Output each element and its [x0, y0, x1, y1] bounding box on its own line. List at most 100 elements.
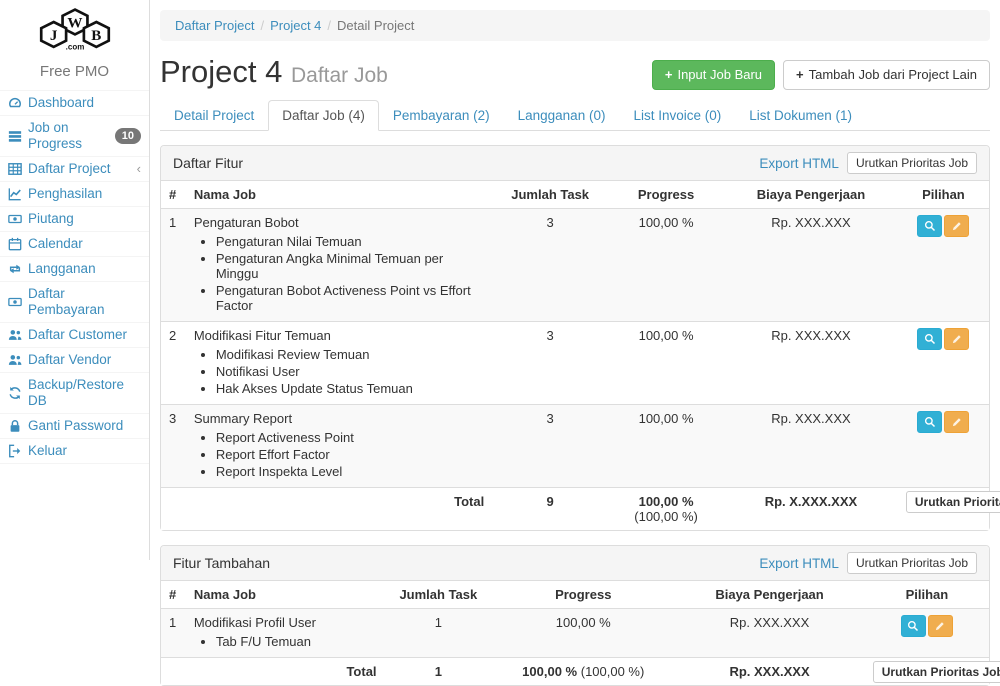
col-num: # — [161, 581, 186, 609]
urutkan-prioritas-job-button[interactable]: Urutkan Prioritas Job — [847, 552, 977, 574]
sidebar-item-daftar-customer[interactable]: Daftar Customer — [0, 323, 149, 347]
table-row: 1 Pengaturan Bobot Pengaturan Nilai Temu… — [161, 209, 989, 322]
subtask-list: Tab F/U Temuan — [216, 634, 377, 649]
total-progress: 100,00 % — [639, 494, 694, 509]
tab-list-dokumen[interactable]: List Dokumen (1) — [735, 100, 866, 131]
col-pilihan: Pilihan — [865, 581, 989, 609]
search-icon — [924, 333, 936, 345]
sidebar-item-label: Daftar Project — [28, 161, 111, 177]
edit-job-button[interactable] — [944, 328, 969, 350]
search-icon — [907, 620, 919, 632]
subtask-list: Modifikasi Review Temuan Notifikasi User… — [216, 347, 484, 396]
svg-text:W: W — [67, 15, 82, 31]
breadcrumb-daftar-project[interactable]: Daftar Project — [175, 18, 254, 33]
tab-daftar-job[interactable]: Daftar Job (4) — [268, 100, 379, 131]
tab-list-invoice[interactable]: List Invoice (0) — [619, 100, 735, 131]
sidebar-item-label: Calendar — [28, 236, 83, 252]
app-logo: W J B .com Free PMO — [0, 0, 149, 90]
view-job-button[interactable] — [917, 411, 942, 433]
page-header: Project 4 Daftar Job +Input Job Baru +Ta… — [160, 54, 990, 90]
view-job-button[interactable] — [917, 328, 942, 350]
sidebar-item-label: Piutang — [28, 211, 74, 227]
sidebar-item-label: Keluar — [28, 443, 67, 459]
lock-icon — [8, 419, 22, 433]
sidebar-item-penghasilan[interactable]: Penghasilan — [0, 182, 149, 206]
total-cost: Rp. XXX.XXX — [674, 658, 864, 686]
sidebar-item-keluar[interactable]: Keluar — [0, 439, 149, 463]
daftar-fitur-table: # Nama Job Jumlah Task Progress Biaya Pe… — [161, 181, 989, 530]
total-progress: 100,00 % — [522, 664, 577, 679]
tab-langganan[interactable]: Langganan (0) — [504, 100, 620, 131]
col-progress: Progress — [608, 181, 724, 209]
tab-detail-project[interactable]: Detail Project — [160, 100, 268, 131]
urutkan-prioritas-job-button[interactable]: Urutkan Prioritas Job — [847, 152, 977, 174]
total-row: Total 9 100,00 % (100,00 %) Rp. X.XXX.XX… — [161, 488, 989, 531]
panel-title: Daftar Fitur — [173, 155, 243, 171]
sidebar-item-calendar[interactable]: Calendar — [0, 232, 149, 256]
total-row: Total 1 100,00 % (100,00 %) Rp. XXX.XXX … — [161, 658, 989, 686]
sidebar-item-piutang[interactable]: Piutang — [0, 207, 149, 231]
col-pilihan: Pilihan — [898, 181, 989, 209]
total-label: Total — [186, 658, 385, 686]
view-job-button[interactable] — [917, 215, 942, 237]
view-job-button[interactable] — [901, 615, 926, 637]
users-icon — [8, 353, 22, 367]
svg-text:.com: .com — [65, 43, 84, 52]
table-icon — [8, 162, 22, 176]
plus-icon: + — [665, 67, 673, 83]
calendar-icon — [8, 237, 22, 251]
sign-out-icon — [8, 444, 22, 458]
col-num: # — [161, 181, 186, 209]
export-html-link[interactable]: Export HTML — [759, 556, 839, 571]
sidebar-item-ganti-password[interactable]: Ganti Password — [0, 414, 149, 438]
panel-title: Fitur Tambahan — [173, 555, 270, 571]
sidebar-item-daftar-project[interactable]: Daftar Project ‹ — [0, 157, 149, 181]
col-nama-job: Nama Job — [186, 581, 385, 609]
input-job-baru-button[interactable]: +Input Job Baru — [652, 60, 775, 90]
sidebar-item-label: Daftar Customer — [28, 327, 127, 343]
sidebar-item-label: Dashboard — [28, 95, 94, 111]
search-icon — [924, 220, 936, 232]
retweet-icon — [8, 262, 22, 276]
subtask-list: Report Activeness Point Report Effort Fa… — [216, 430, 484, 479]
total-cost: Rp. X.XXX.XXX — [724, 488, 898, 531]
sidebar-item-daftar-pembayaran[interactable]: Daftar Pembayaran — [0, 282, 149, 322]
urutkan-prioritas-job-button[interactable]: Urutkan Prioritas Job — [906, 491, 1000, 513]
sidebar-item-dashboard[interactable]: Dashboard — [0, 91, 149, 115]
sidebar-item-job-on-progress[interactable]: Job on Progress 10 — [0, 116, 149, 156]
page-subtitle: Daftar Job — [291, 64, 388, 87]
refresh-icon — [8, 386, 22, 400]
urutkan-prioritas-job-button[interactable]: Urutkan Prioritas Job — [873, 661, 1000, 683]
page-title: Project 4 Daftar Job — [160, 54, 388, 90]
sidebar-menu: Dashboard Job on Progress 10 Daftar Proj… — [0, 90, 149, 464]
users-icon — [8, 328, 22, 342]
panel-fitur-tambahan: Fitur Tambahan Export HTML Urutkan Prior… — [160, 545, 990, 686]
export-html-link[interactable]: Export HTML — [759, 156, 839, 171]
sidebar-item-label: Langganan — [28, 261, 96, 277]
brand-name: Free PMO — [0, 63, 149, 80]
tasks-icon — [8, 129, 22, 143]
pencil-icon — [951, 333, 963, 345]
svg-text:B: B — [91, 28, 101, 44]
edit-job-button[interactable] — [928, 615, 953, 637]
jwb-logo-icon: W J B .com — [29, 6, 121, 54]
breadcrumb-project-4[interactable]: Project 4 — [270, 18, 321, 33]
tambah-job-dari-project-lain-button[interactable]: +Tambah Job dari Project Lain — [783, 60, 990, 90]
job-name: Modifikasi Fitur Temuan — [194, 328, 331, 343]
tab-pembayaran[interactable]: Pembayaran (2) — [379, 100, 504, 131]
breadcrumb-current: Detail Project — [337, 18, 414, 33]
table-row: 2 Modifikasi Fitur Temuan Modifikasi Rev… — [161, 322, 989, 405]
pencil-icon — [951, 416, 963, 428]
sidebar-item-langganan[interactable]: Langganan — [0, 257, 149, 281]
sidebar-item-label: Job on Progress — [28, 120, 109, 152]
edit-job-button[interactable] — [944, 411, 969, 433]
money-icon — [8, 212, 22, 226]
sidebar-item-daftar-vendor[interactable]: Daftar Vendor — [0, 348, 149, 372]
col-nama-job: Nama Job — [186, 181, 492, 209]
fitur-tambahan-table: # Nama Job Jumlah Task Progress Biaya Pe… — [161, 581, 989, 685]
edit-job-button[interactable] — [944, 215, 969, 237]
sidebar-item-backup-restore-db[interactable]: Backup/Restore DB — [0, 373, 149, 413]
job-name: Modifikasi Profil User — [194, 615, 316, 630]
sidebar-item-label: Backup/Restore DB — [28, 377, 141, 409]
chevron-left-icon: ‹ — [137, 163, 141, 175]
